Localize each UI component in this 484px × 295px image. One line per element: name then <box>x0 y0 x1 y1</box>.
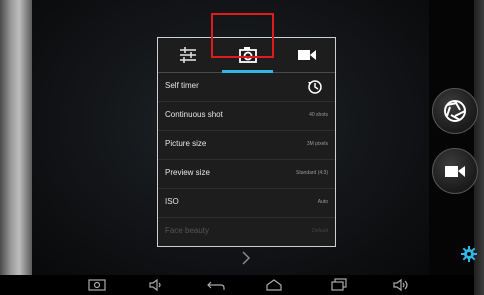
tab-general-settings[interactable] <box>158 38 217 73</box>
chevron-down-icon[interactable] <box>240 250 252 266</box>
volume-down-icon[interactable] <box>148 278 164 292</box>
shutter-icon <box>444 100 466 122</box>
setting-label: Preview size <box>165 168 210 177</box>
setting-row-self-timer[interactable]: Self timer <box>158 73 335 102</box>
screenshot-icon[interactable] <box>88 278 106 292</box>
setting-label: Self timer <box>165 81 199 90</box>
highlight-annotation-box <box>211 13 274 58</box>
setting-value: 40 shots <box>309 112 328 118</box>
sliders-icon <box>180 47 196 63</box>
camera-side-panel <box>429 0 474 275</box>
setting-label: Face beauty <box>165 226 210 235</box>
setting-label: Picture size <box>165 139 207 148</box>
tab-video-settings[interactable] <box>277 38 336 73</box>
setting-row-preview-size[interactable]: Preview size Standard (4:3) <box>158 160 335 189</box>
setting-label: Continuous shot <box>165 110 223 119</box>
setting-label: ISO <box>165 197 179 206</box>
setting-row-picture-size[interactable]: Picture size 3M pixels <box>158 131 335 160</box>
setting-value: Default <box>312 228 328 234</box>
device-bezel-left <box>0 0 32 275</box>
camera-settings-menu: Self timer Continuous shot 40 shots Pict… <box>157 37 336 247</box>
back-icon[interactable] <box>206 278 226 292</box>
gear-icon[interactable] <box>461 246 477 262</box>
setting-row-continuous-shot[interactable]: Continuous shot 40 shots <box>158 102 335 131</box>
setting-row-face-beauty: Face beauty Default <box>158 218 335 247</box>
volume-up-icon[interactable] <box>392 278 410 292</box>
home-icon[interactable] <box>264 278 284 292</box>
video-mode-button[interactable] <box>432 148 478 194</box>
shutter-button[interactable] <box>432 88 478 134</box>
setting-value: Auto <box>317 199 328 205</box>
setting-value: Standard (4:3) <box>296 170 328 176</box>
recent-apps-icon[interactable] <box>330 278 348 292</box>
setting-row-iso[interactable]: ISO Auto <box>158 189 335 218</box>
video-camera-icon <box>298 50 316 60</box>
setting-value: 3M pixels <box>306 141 328 147</box>
timer-icon <box>308 80 322 94</box>
system-navigation-bar <box>0 275 474 295</box>
video-camera-icon <box>445 166 465 177</box>
